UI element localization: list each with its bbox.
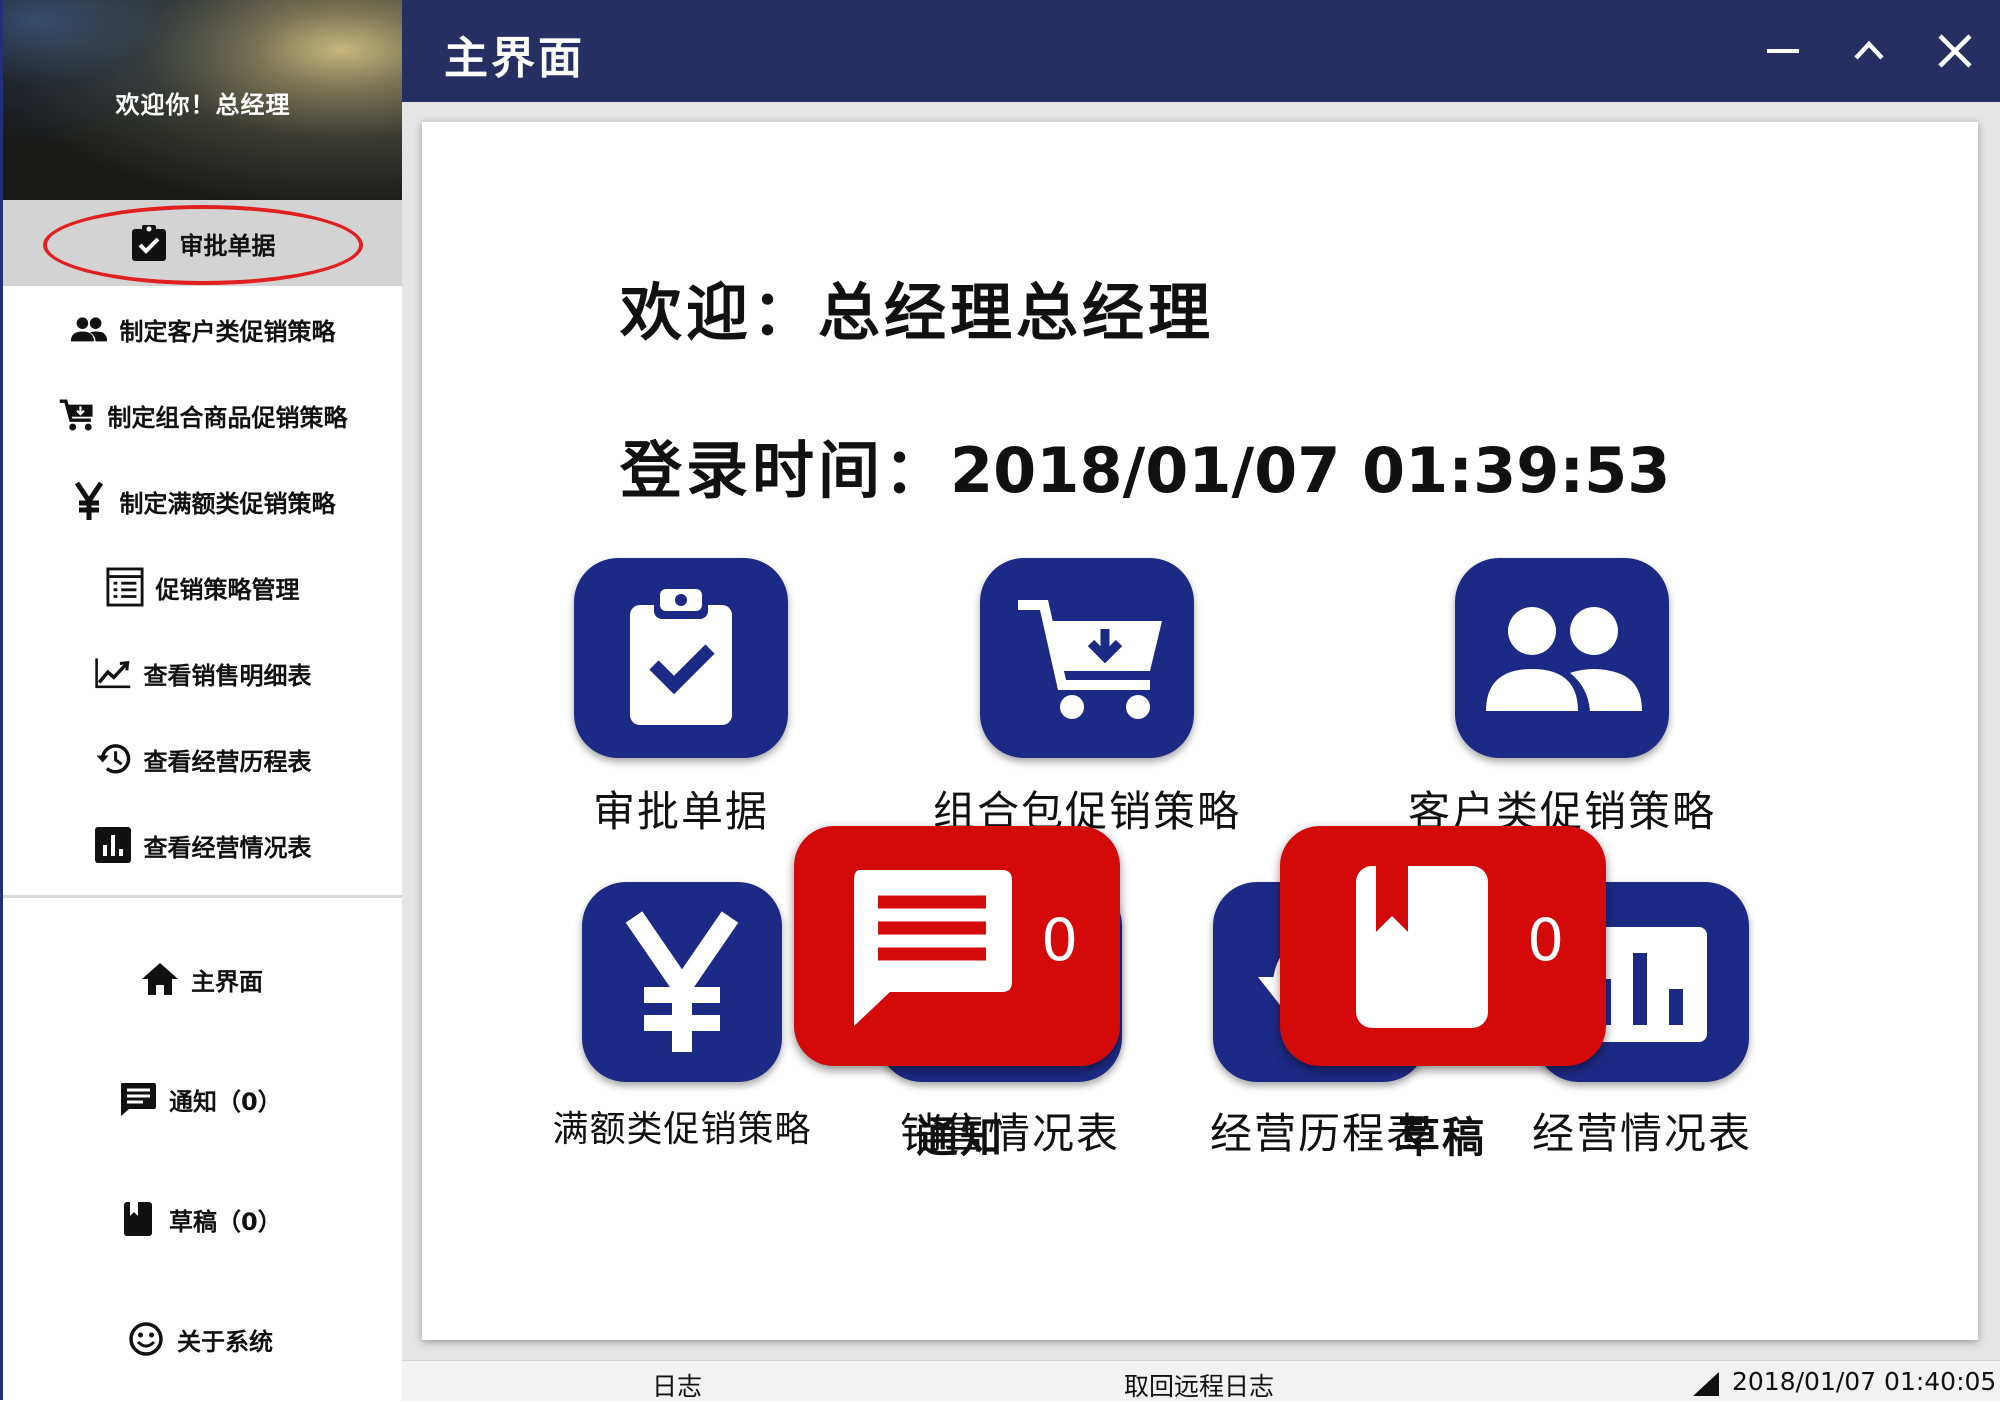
tile-approve-documents[interactable] (574, 558, 788, 758)
badge-count: 0 (1527, 906, 1564, 974)
people-icon (1472, 593, 1652, 723)
book-icon (1352, 862, 1492, 1032)
badge-label: 草稿 (1397, 1113, 1486, 1162)
login-time: 登录时间：2018/01/07 01:39:53 (620, 420, 1670, 510)
sidebar-item-customer-promotion[interactable]: 制定客户类促销策略 (3, 286, 402, 372)
tile-bundle-promotion[interactable] (980, 558, 1194, 758)
sidebar-item-sales-detail[interactable]: 查看销售明细表 (3, 630, 402, 716)
resize-grip-icon[interactable] (1692, 1371, 1720, 1397)
sidebar-divider (3, 895, 402, 898)
trending-up-icon (94, 654, 132, 692)
sidebar-item-label: 促销策略管理 (155, 575, 300, 604)
sidebar-item-label: 查看销售明细表 (143, 661, 312, 690)
sidebar-item-label: 关于系统 (177, 1327, 273, 1356)
clipboard-check-icon (606, 583, 756, 733)
sidebar-item-label: 审批单据 (179, 231, 276, 260)
login-time-label: 登录时间： (620, 434, 951, 507)
yen-icon (622, 907, 742, 1057)
draft-badge[interactable]: 0 (1280, 826, 1606, 1066)
welcome-text: 欢迎你！总经理 (115, 91, 291, 119)
home-icon (141, 960, 179, 998)
sidebar-item-home[interactable]: 主界面 (3, 936, 402, 1022)
people-icon (70, 310, 108, 348)
sidebar-item-label: 制定客户类促销策略 (119, 317, 336, 346)
sidebar-item-label: 主界面 (191, 967, 263, 996)
message-icon (846, 862, 1016, 1032)
cart-icon (58, 396, 96, 434)
sidebar-header: 欢迎你！总经理 (3, 0, 402, 200)
sidebar: 欢迎你！总经理 审批单据 制定客户类促销策略 制定组合商品促销策略 制定满额类促… (0, 0, 402, 1400)
sidebar-item-business-history[interactable]: 查看经营历程表 (3, 716, 402, 802)
yen-icon (70, 481, 108, 520)
notification-badge[interactable]: 0 (794, 826, 1120, 1066)
minimize-icon[interactable] (1760, 28, 1806, 74)
sidebar-item-label: 查看经营情况表 (143, 833, 312, 862)
sidebar-item-label: 查看经营历程表 (143, 747, 312, 776)
tile-customer-promotion[interactable] (1455, 558, 1669, 758)
sidebar-item-label: 通知（0） (169, 1087, 282, 1116)
window-title: 主界面 (444, 33, 585, 84)
close-icon[interactable] (1932, 28, 1978, 74)
sidebar-item-notifications[interactable]: 通知（0） (3, 1056, 402, 1142)
title-bar: 主界面 (402, 0, 2000, 102)
history-icon (94, 740, 132, 778)
cart-download-icon (1002, 583, 1172, 733)
sidebar-item-threshold-promotion[interactable]: 制定满额类促销策略 (3, 458, 402, 544)
clipboard-check-icon (130, 224, 168, 262)
sidebar-item-label: 草稿（0） (169, 1207, 282, 1236)
status-bar: 日志 取回远程日志 2018/01/07 01:40:05 (402, 1360, 2000, 1401)
list-doc-icon (105, 567, 144, 607)
tile-label: 经营情况表 (1531, 1109, 1752, 1158)
login-time-value: 2018/01/07 01:39:53 (950, 434, 1671, 507)
sidebar-item-approve-documents[interactable]: 审批单据 (3, 200, 402, 286)
smiley-icon (127, 1320, 165, 1358)
book-icon (119, 1200, 157, 1238)
welcome-heading: 欢迎：总经理总经理 (620, 276, 1215, 349)
tile-label: 满额类促销策略 (552, 1109, 812, 1150)
status-time: 2018/01/07 01:40:05 (1732, 1367, 1997, 1396)
log-link[interactable]: 日志 (652, 1367, 702, 1403)
badge-label: 通知 (915, 1113, 1004, 1162)
bar-chart-icon (94, 826, 132, 864)
badge-count: 0 (1041, 906, 1078, 974)
sidebar-item-about[interactable]: 关于系统 (3, 1296, 402, 1382)
message-icon (119, 1080, 157, 1118)
sidebar-item-label: 制定组合商品促销策略 (107, 403, 348, 432)
fetch-remote-log-link[interactable]: 取回远程日志 (1124, 1367, 1274, 1403)
sidebar-item-business-status[interactable]: 查看经营情况表 (3, 802, 402, 888)
sidebar-item-promotion-management[interactable]: 促销策略管理 (3, 544, 402, 630)
maximize-icon[interactable] (1846, 28, 1892, 74)
sidebar-item-bundle-promotion[interactable]: 制定组合商品促销策略 (3, 372, 402, 458)
tile-threshold-promotion[interactable] (582, 882, 782, 1082)
sidebar-item-drafts[interactable]: 草稿（0） (3, 1176, 402, 1262)
sidebar-item-label: 制定满额类促销策略 (119, 489, 336, 518)
tile-label: 审批单据 (592, 787, 769, 836)
